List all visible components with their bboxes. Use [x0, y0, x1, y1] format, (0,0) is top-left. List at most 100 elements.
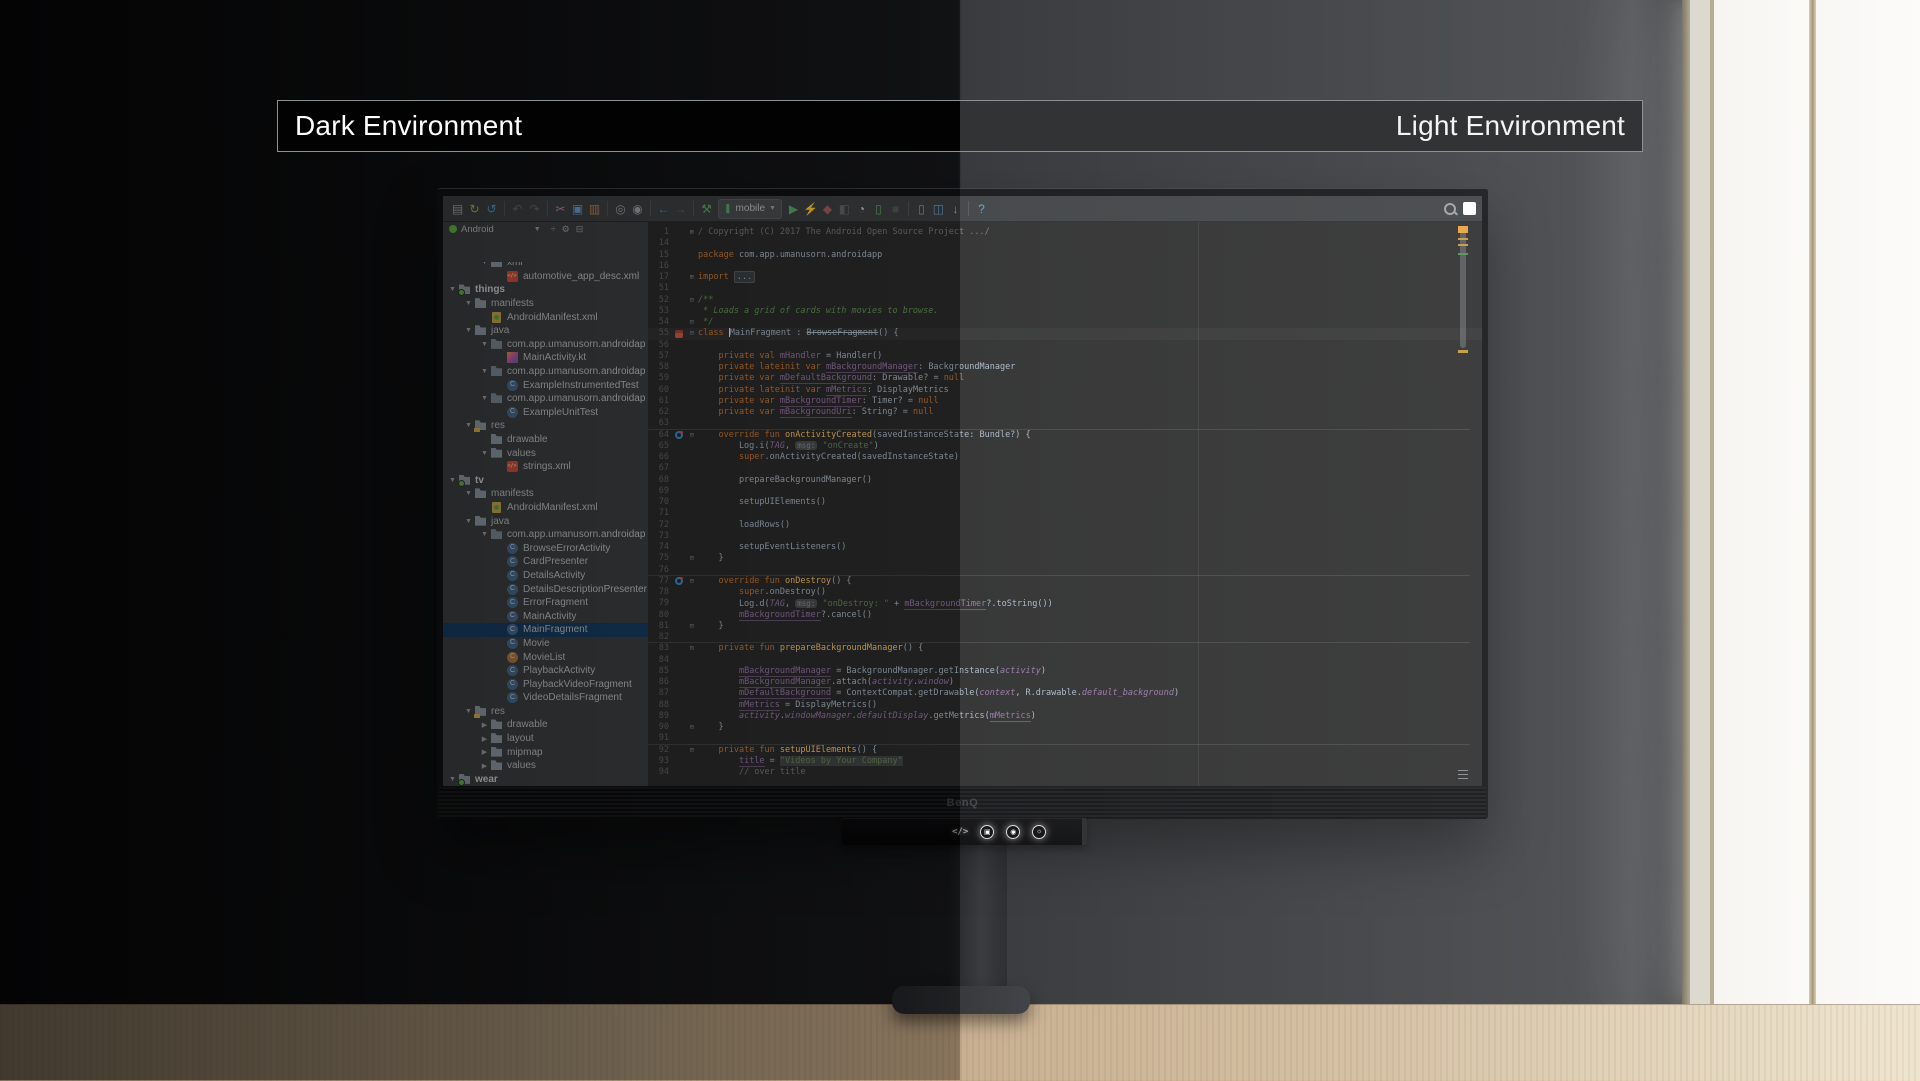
expand-arrow-icon[interactable]: ▼: [479, 531, 490, 538]
run-config-selector[interactable]: ❚mobile▼: [718, 199, 782, 219]
fold-minus-icon[interactable]: ⊟: [686, 576, 698, 587]
light-sensor-icon[interactable]: ☼: [1032, 825, 1046, 839]
fold-minus-icon[interactable]: ⊟: [686, 745, 698, 756]
expand-arrow-icon[interactable]: ▼: [479, 450, 490, 457]
forward-icon[interactable]: →: [672, 197, 689, 221]
code-editor[interactable]: 1⊞/ Copyright (C) 2017 The Android Open …: [648, 222, 1482, 786]
tree-item-mipmap[interactable]: ▶mipmap: [443, 745, 648, 759]
expand-arrow-icon[interactable]: ▼: [463, 518, 474, 525]
override-gutter-icon[interactable]: [674, 430, 686, 441]
tree-item-movielist[interactable]: MovieList: [443, 650, 648, 664]
expand-arrow-icon[interactable]: ▼: [447, 477, 458, 484]
tree-item-videodetailsfragment[interactable]: VideoDetailsFragment: [443, 691, 648, 705]
chevron-down-icon[interactable]: ▼: [534, 226, 541, 233]
undo-icon[interactable]: ↶: [509, 197, 526, 221]
tree-item-automotive-app-desc-xml[interactable]: automotive_app_desc.xml: [443, 270, 648, 284]
fold-minus-icon[interactable]: ⊟: [686, 430, 698, 441]
expand-arrow-icon[interactable]: ▼: [463, 327, 474, 334]
tree-item-drawable[interactable]: drawable: [443, 433, 648, 447]
tree-item-java[interactable]: ▼java: [443, 514, 648, 528]
back-icon[interactable]: ←: [655, 197, 672, 221]
tree-item-mainactivity[interactable]: MainActivity: [443, 609, 648, 623]
collapse-arrow-icon[interactable]: ▶: [479, 735, 490, 743]
run-device-icon[interactable]: ▯: [870, 197, 887, 221]
gauge-icon[interactable]: ◔: [853, 197, 870, 221]
tree-item-drawable[interactable]: ▶drawable: [443, 718, 648, 732]
apply-changes-icon[interactable]: ⚡: [802, 197, 819, 221]
tree-item-java[interactable]: ▼java: [443, 324, 648, 338]
collapse-arrow-icon[interactable]: ▶: [479, 748, 490, 756]
tree-item-layout[interactable]: ▶layout: [443, 732, 648, 746]
build-icon[interactable]: ⚒: [698, 197, 715, 221]
expand-arrow-icon[interactable]: ▼: [479, 262, 490, 266]
tree-item-com-app-umanusorn-androidap[interactable]: ▼com.app.umanusorn.androidap: [443, 365, 648, 379]
tree-item-cardpresenter[interactable]: CardPresenter: [443, 555, 648, 569]
editor-scrollbar[interactable]: [1458, 222, 1468, 786]
tree-item-mainactivity-kt[interactable]: MainActivity.kt: [443, 351, 648, 365]
redo-icon[interactable]: ↷: [526, 197, 543, 221]
tree-item-res[interactable]: ▼res: [443, 705, 648, 719]
find-in-path-icon[interactable]: ◉: [629, 197, 646, 221]
expand-arrow-icon[interactable]: ▼: [463, 300, 474, 307]
fold-minus-icon[interactable]: ⊟: [686, 553, 698, 564]
tree-item-wear[interactable]: ▼wear: [443, 773, 648, 786]
locate-file-icon[interactable]: ÷: [551, 224, 556, 235]
fold-minus-icon[interactable]: ⊟: [686, 722, 698, 733]
expand-arrow-icon[interactable]: ▼: [479, 368, 490, 375]
fold-minus-icon[interactable]: ⊟: [686, 295, 698, 306]
sync-project-icon[interactable]: ↻: [466, 197, 483, 221]
search-everywhere-icon[interactable]: [1444, 203, 1456, 215]
fold-minus-icon[interactable]: ⊟: [686, 643, 698, 654]
tree-item-exampleunittest[interactable]: ExampleUnitTest: [443, 406, 648, 420]
tree-item-playbackvideofragment[interactable]: PlaybackVideoFragment: [443, 677, 648, 691]
paste-icon[interactable]: ▥: [586, 197, 603, 221]
save-icon[interactable]: ▤: [449, 197, 466, 221]
collapse-all-icon[interactable]: ⊟: [576, 224, 584, 235]
tree-item-playbackactivity[interactable]: PlaybackActivity: [443, 664, 648, 678]
layout-inspector-icon[interactable]: ▯: [913, 197, 930, 221]
collapse-arrow-icon[interactable]: ▶: [479, 762, 490, 770]
tree-item-com-app-umanusorn-androidap[interactable]: ▼com.app.umanusorn.androidap: [443, 338, 648, 352]
tree-item-com-app-umanusorn-androidap[interactable]: ▼com.app.umanusorn.androidap: [443, 528, 648, 542]
tree-item-things[interactable]: ▼things: [443, 283, 648, 297]
expand-arrow-icon[interactable]: ▼: [447, 286, 458, 293]
tree-item-browseerroractivity[interactable]: BrowseErrorActivity: [443, 541, 648, 555]
refresh-icon[interactable]: ↺: [483, 197, 500, 221]
fold-plus-icon[interactable]: ⊞: [686, 227, 698, 238]
logcat-icon[interactable]: ◫: [930, 197, 947, 221]
tree-item-xml[interactable]: ▼xml: [443, 262, 648, 270]
scrollbar-thumb[interactable]: [1460, 230, 1466, 348]
tree-item-androidmanifest-xml[interactable]: AndroidManifest.xml: [443, 310, 648, 324]
override-gutter-icon[interactable]: [674, 576, 686, 587]
expand-arrow-icon[interactable]: ▼: [447, 776, 458, 783]
profiler-icon[interactable]: ◧: [836, 197, 853, 221]
notifications-icon[interactable]: [1463, 202, 1476, 215]
tree-item-movie[interactable]: Movie: [443, 637, 648, 651]
expand-arrow-icon[interactable]: ▼: [479, 341, 490, 348]
tree-item-manifests[interactable]: ▼manifests: [443, 297, 648, 311]
fold-plus-icon[interactable]: ⊞: [686, 272, 698, 283]
copy-icon[interactable]: ▣: [569, 197, 586, 221]
project-view-selector[interactable]: Android: [461, 224, 494, 235]
stop-icon[interactable]: ■: [887, 197, 904, 221]
tree-item-values[interactable]: ▼values: [443, 446, 648, 460]
tree-item-manifests[interactable]: ▼manifests: [443, 487, 648, 501]
tree-item-values[interactable]: ▶values: [443, 759, 648, 773]
brightness-icon[interactable]: ◉: [1006, 825, 1020, 839]
fold-minus-icon[interactable]: ⊟: [686, 328, 698, 339]
tree-item-exampleinstrumentedtest[interactable]: ExampleInstrumentedTest: [443, 378, 648, 392]
tree-item-com-app-umanusorn-androidap[interactable]: ▼com.app.umanusorn.androidap: [443, 392, 648, 406]
tree-item-strings-xml[interactable]: strings.xml: [443, 460, 648, 474]
class-gutter-icon[interactable]: [674, 328, 686, 339]
cut-icon[interactable]: ✂: [552, 197, 569, 221]
collapse-arrow-icon[interactable]: ▶: [479, 721, 490, 729]
expand-arrow-icon[interactable]: ▼: [463, 708, 474, 715]
help-icon[interactable]: ?: [973, 197, 990, 221]
input-source-icon[interactable]: ▣: [980, 825, 994, 839]
tree-item-mainfragment[interactable]: MainFragment: [443, 623, 648, 637]
tree-item-detailsactivity[interactable]: DetailsActivity: [443, 569, 648, 583]
expand-arrow-icon[interactable]: ▼: [463, 490, 474, 497]
tree-item-detailsdescriptionpresenter[interactable]: DetailsDescriptionPresenter: [443, 582, 648, 596]
sdk-manager-icon[interactable]: ↓: [947, 197, 964, 221]
expand-arrow-icon[interactable]: ▼: [463, 422, 474, 429]
